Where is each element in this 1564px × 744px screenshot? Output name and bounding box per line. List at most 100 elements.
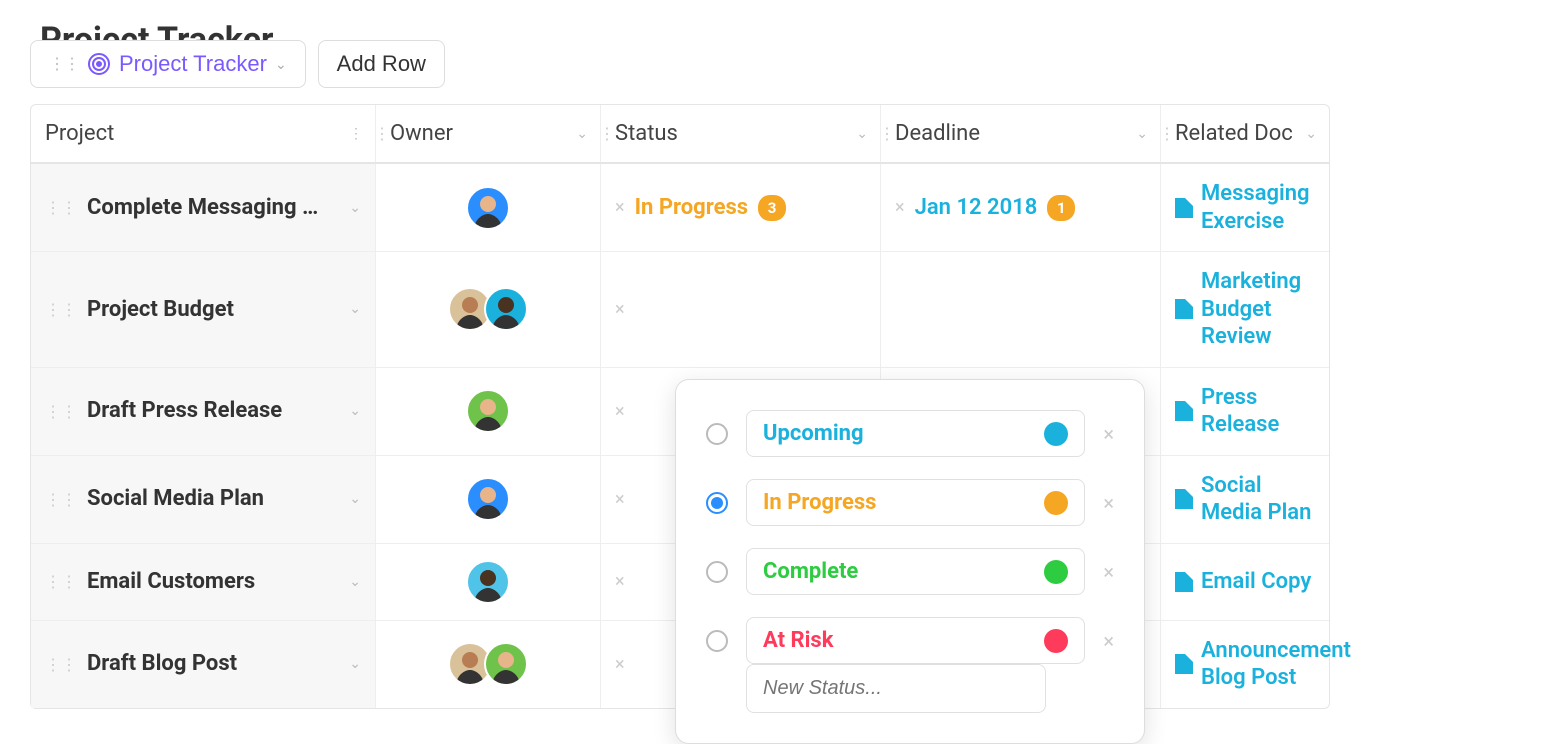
new-status-input[interactable] <box>746 664 1046 713</box>
status-color-dot <box>1044 629 1068 653</box>
doc-link[interactable]: Press Release <box>1175 384 1315 439</box>
chevron-down-icon[interactable]: ⌄ <box>576 126 588 142</box>
comment-badge[interactable]: 3 <box>758 195 786 221</box>
project-name: Draft Blog Post <box>87 650 339 678</box>
chevron-down-icon[interactable]: ⌄ <box>349 656 361 672</box>
clear-icon[interactable]: × <box>615 299 625 320</box>
row-drag-icon[interactable]: ⋮⋮ <box>45 198 77 217</box>
chevron-down-icon[interactable]: ⌄ <box>1136 126 1148 142</box>
clear-icon[interactable]: × <box>615 654 625 675</box>
project-tracker-button[interactable]: ⋮⋮ Project Tracker ⌄ <box>30 40 306 88</box>
chevron-down-icon[interactable]: ⌄ <box>349 574 361 590</box>
comment-badge[interactable]: 1 <box>1047 195 1075 221</box>
related-doc-cell[interactable]: Marketing Budget Review <box>1161 252 1329 367</box>
row-drag-icon[interactable]: ⋮⋮ <box>45 402 77 421</box>
status-pill[interactable]: Complete <box>746 548 1085 595</box>
column-menu-icon[interactable]: ⋮ <box>349 126 363 142</box>
row-drag-icon[interactable]: ⋮⋮ <box>45 572 77 591</box>
project-cell[interactable]: ⋮⋮ Draft Press Release ⌄ <box>31 368 376 455</box>
status-option[interactable]: At Risk × <box>706 617 1114 664</box>
doc-link[interactable]: Social Media Plan <box>1175 472 1315 527</box>
clear-icon[interactable]: × <box>895 197 905 218</box>
clear-icon[interactable]: × <box>615 401 625 422</box>
status-option-label: At Risk <box>763 628 833 653</box>
status-pill[interactable]: Upcoming <box>746 410 1085 457</box>
doc-label: Social Media Plan <box>1201 472 1315 527</box>
project-cell[interactable]: ⋮⋮ Complete Messaging … ⌄ <box>31 164 376 251</box>
clear-icon[interactable]: × <box>615 197 625 218</box>
column-header-deadline[interactable]: ⋮ Deadline ⌄ <box>881 105 1161 162</box>
chevron-down-icon[interactable]: ⌄ <box>349 491 361 507</box>
doc-link[interactable]: Marketing Budget Review <box>1175 268 1315 351</box>
table-header-row: Project ⋮ ⋮ Owner ⌄ ⋮ Status ⌄ ⋮ Deadlin… <box>31 105 1329 164</box>
avatar <box>484 287 528 331</box>
chevron-down-icon[interactable]: ⌄ <box>349 301 361 317</box>
tracker-label: Project Tracker <box>119 51 267 77</box>
document-icon <box>1175 572 1193 592</box>
radio-icon[interactable] <box>706 561 728 583</box>
related-doc-cell[interactable]: Announcement Blog Post <box>1161 621 1365 708</box>
add-row-button[interactable]: Add Row <box>318 40 445 88</box>
status-option[interactable]: Upcoming × <box>706 410 1114 457</box>
remove-option-icon[interactable]: × <box>1103 422 1114 446</box>
radio-icon[interactable] <box>706 630 728 652</box>
doc-link[interactable]: Messaging Exercise <box>1175 180 1315 235</box>
avatar <box>466 186 510 230</box>
remove-option-icon[interactable]: × <box>1103 491 1114 515</box>
project-table: Project ⋮ ⋮ Owner ⌄ ⋮ Status ⌄ ⋮ Deadlin… <box>30 104 1330 709</box>
chevron-down-icon[interactable]: ⌄ <box>349 200 361 216</box>
deadline-cell[interactable]: × Jan 12 2018 1 <box>881 164 1161 251</box>
column-drag-icon[interactable]: ⋮ <box>599 124 615 143</box>
column-drag-icon[interactable]: ⋮ <box>1159 124 1175 143</box>
remove-option-icon[interactable]: × <box>1103 560 1114 584</box>
clear-icon[interactable]: × <box>615 489 625 510</box>
owner-cell[interactable] <box>376 621 601 708</box>
related-doc-cell[interactable]: Social Media Plan <box>1161 456 1329 543</box>
document-icon <box>1175 401 1193 421</box>
chevron-down-icon[interactable]: ⌄ <box>1305 126 1317 142</box>
status-color-dot <box>1044 560 1068 584</box>
deadline-cell[interactable] <box>881 252 1161 367</box>
deadline-label: Jan 12 2018 <box>915 195 1038 220</box>
row-drag-icon[interactable]: ⋮⋮ <box>45 655 77 674</box>
project-name: Social Media Plan <box>87 485 339 513</box>
remove-option-icon[interactable]: × <box>1103 629 1114 653</box>
column-drag-icon[interactable]: ⋮ <box>879 124 895 143</box>
owner-cell[interactable] <box>376 456 601 543</box>
row-drag-icon[interactable]: ⋮⋮ <box>45 300 77 319</box>
related-doc-cell[interactable]: Press Release <box>1161 368 1329 455</box>
owner-cell[interactable] <box>376 544 601 620</box>
doc-link[interactable]: Announcement Blog Post <box>1175 637 1351 692</box>
doc-label: Announcement Blog Post <box>1201 637 1351 692</box>
document-icon <box>1175 299 1193 319</box>
status-option-label: Upcoming <box>763 421 864 446</box>
related-doc-cell[interactable]: Messaging Exercise <box>1161 164 1329 251</box>
project-cell[interactable]: ⋮⋮ Project Budget ⌄ <box>31 252 376 367</box>
column-header-status[interactable]: ⋮ Status ⌄ <box>601 105 881 162</box>
clear-icon[interactable]: × <box>615 571 625 592</box>
row-drag-icon[interactable]: ⋮⋮ <box>45 490 77 509</box>
status-cell[interactable]: × <box>601 252 881 367</box>
radio-icon[interactable] <box>706 492 728 514</box>
project-cell[interactable]: ⋮⋮ Draft Blog Post ⌄ <box>31 621 376 708</box>
owner-cell[interactable] <box>376 368 601 455</box>
status-option[interactable]: In Progress × <box>706 479 1114 526</box>
doc-link[interactable]: Email Copy <box>1175 568 1311 596</box>
column-header-owner[interactable]: ⋮ Owner ⌄ <box>376 105 601 162</box>
project-cell[interactable]: ⋮⋮ Social Media Plan ⌄ <box>31 456 376 543</box>
status-cell[interactable]: × In Progress 3 <box>601 164 881 251</box>
chevron-down-icon[interactable]: ⌄ <box>349 403 361 419</box>
status-option[interactable]: Complete × <box>706 548 1114 595</box>
chevron-down-icon[interactable]: ⌄ <box>856 126 868 142</box>
column-header-related-doc[interactable]: ⋮ Related Doc ⌄ <box>1161 105 1329 162</box>
radio-icon[interactable] <box>706 423 728 445</box>
status-pill[interactable]: In Progress <box>746 479 1085 526</box>
owner-cell[interactable] <box>376 252 601 367</box>
owner-cell[interactable] <box>376 164 601 251</box>
column-header-project[interactable]: Project ⋮ <box>31 105 376 162</box>
column-drag-icon[interactable]: ⋮ <box>374 124 390 143</box>
project-cell[interactable]: ⋮⋮ Email Customers ⌄ <box>31 544 376 620</box>
related-doc-cell[interactable]: Email Copy <box>1161 544 1329 620</box>
status-pill[interactable]: At Risk <box>746 617 1085 664</box>
document-icon <box>1175 654 1193 674</box>
